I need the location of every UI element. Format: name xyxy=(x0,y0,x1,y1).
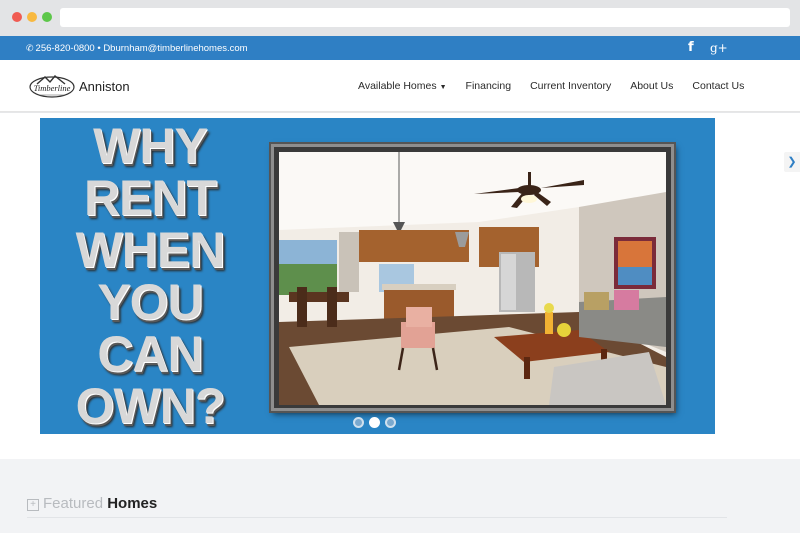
contact-text: 256-820-0800 • Dburnham@timberlinehomes.… xyxy=(35,43,248,54)
hero-slider[interactable]: WHY RENT WHEN YOU CAN OWN? xyxy=(40,118,715,434)
main-nav: Available Homes ▼ Financing Current Inven… xyxy=(358,80,744,92)
contact-bar: ✆ 256-820-0800 • Dburnham@timberlinehomes… xyxy=(0,36,800,60)
nav-financing[interactable]: Financing xyxy=(466,80,512,92)
hero-line: OWN? xyxy=(75,378,226,434)
featured-word: Homes xyxy=(107,495,158,512)
home-interior-photo-frame xyxy=(271,144,674,411)
logo-text: Timberline xyxy=(34,83,71,93)
nav-contact-us[interactable]: Contact Us xyxy=(692,80,744,92)
slide-dot-active[interactable] xyxy=(369,417,380,428)
home-interior-photo xyxy=(279,152,666,405)
hero-line: WHEN xyxy=(75,222,226,278)
site-header: Timberline Anniston Available Homes ▼ Fin… xyxy=(0,60,800,112)
featured-prefix: Featured xyxy=(43,495,104,512)
slide-dot[interactable] xyxy=(385,417,396,428)
browser-chrome xyxy=(0,0,800,36)
maximize-window-button[interactable] xyxy=(42,12,52,22)
brand-name: Anniston xyxy=(79,79,130,94)
hero-line: WHY xyxy=(93,118,208,174)
slider-next-arrow-icon[interactable]: ❯ xyxy=(784,152,800,172)
nav-about-us[interactable]: About Us xyxy=(630,80,673,92)
hero-line: CAN xyxy=(97,326,203,382)
section-divider xyxy=(27,517,727,518)
timberline-logo[interactable]: Timberline xyxy=(28,72,76,100)
hero-line: YOU xyxy=(97,274,203,330)
featured-homes-section: + Featured Homes xyxy=(0,459,800,533)
close-window-button[interactable] xyxy=(12,12,22,22)
plus-square-icon: + xyxy=(27,499,39,511)
facebook-icon[interactable]: f xyxy=(688,40,694,55)
contact-info: ✆ 256-820-0800 • Dburnham@timberlinehomes… xyxy=(26,43,248,54)
nav-label: Available Homes xyxy=(358,80,437,92)
nav-current-inventory[interactable]: Current Inventory xyxy=(530,80,611,92)
chevron-down-icon: ▼ xyxy=(439,84,447,91)
main-content: WHY RENT WHEN YOU CAN OWN? xyxy=(0,113,800,459)
hero-line: RENT xyxy=(83,170,217,226)
slider-pagination xyxy=(353,417,401,428)
hero-headline: WHY RENT WHEN YOU CAN OWN? xyxy=(50,118,250,434)
featured-homes-heading: + Featured Homes xyxy=(27,495,157,512)
address-bar[interactable] xyxy=(60,8,790,27)
phone-icon: ✆ xyxy=(26,43,34,53)
slide-dot[interactable] xyxy=(353,417,364,428)
nav-available-homes[interactable]: Available Homes ▼ xyxy=(358,80,447,92)
minimize-window-button[interactable] xyxy=(27,12,37,22)
google-plus-icon[interactable]: g+ xyxy=(710,41,728,55)
